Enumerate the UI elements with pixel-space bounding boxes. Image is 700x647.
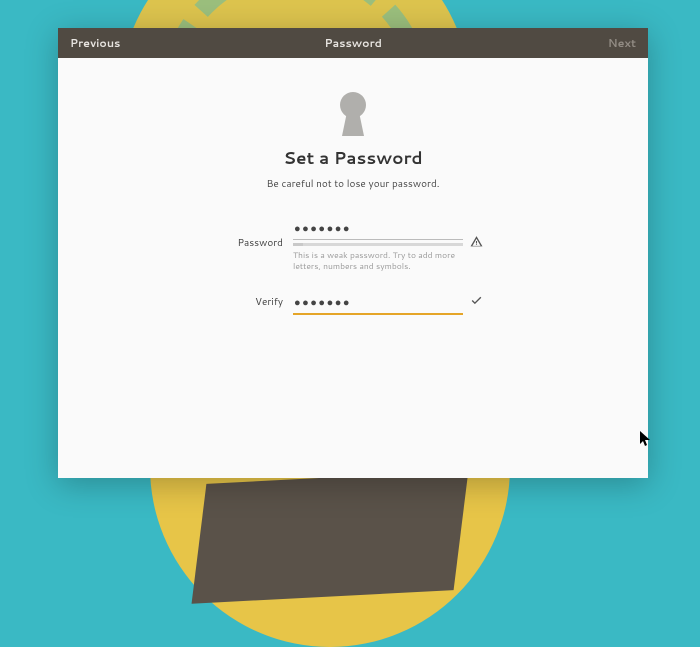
- previous-button[interactable]: Previous: [70, 35, 120, 51]
- password-label: Password: [193, 236, 293, 250]
- page-heading: Set a Password: [283, 146, 422, 170]
- mouse-cursor: [640, 431, 652, 447]
- password-strength-bar: [293, 243, 463, 246]
- window-title: Password: [120, 35, 586, 51]
- titlebar: Previous Password Next: [58, 28, 648, 58]
- background-decoration: [192, 470, 469, 603]
- password-strength-fill: [293, 243, 303, 246]
- checkmark-icon: [463, 294, 483, 311]
- page-content: Set a Password Be careful not to lose yo…: [58, 58, 648, 478]
- verify-row: Verify: [193, 289, 513, 315]
- password-form: Password This is a weak password. Try to…: [193, 215, 513, 315]
- verify-label: Verify: [193, 295, 293, 309]
- password-row: Password This is a weak password. Try to…: [193, 215, 513, 271]
- password-strength-hint: This is a weak password. Try to add more…: [293, 250, 463, 271]
- setup-window: Previous Password Next Set a Password Be…: [58, 28, 648, 478]
- verify-input[interactable]: [293, 292, 463, 315]
- warning-icon: [463, 235, 483, 252]
- page-subheading: Be careful not to lose your password.: [266, 177, 439, 191]
- next-button[interactable]: Next: [586, 35, 636, 51]
- password-input[interactable]: [293, 218, 463, 240]
- keyhole-icon: [336, 92, 370, 136]
